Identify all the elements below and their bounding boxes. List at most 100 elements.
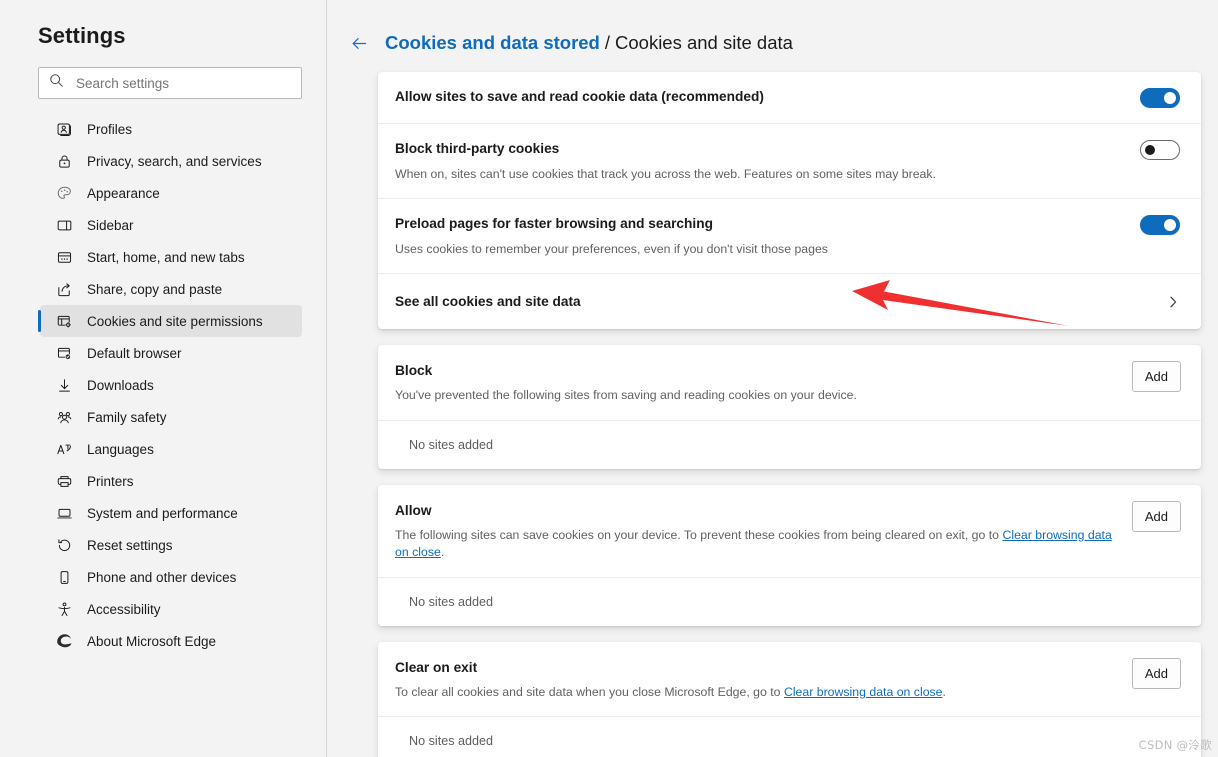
sidebar-item-start-home-new-tabs[interactable]: Start, home, and new tabs <box>40 241 302 273</box>
add-button-allow[interactable]: Add <box>1131 500 1181 532</box>
search-icon <box>49 73 64 93</box>
sidebar-item-sidebar[interactable]: Sidebar <box>40 209 302 241</box>
share-icon <box>54 279 74 299</box>
sidebar-item-profiles[interactable]: Profiles <box>40 113 302 145</box>
sidebar-item-about-microsoft-edge[interactable]: About Microsoft Edge <box>40 625 302 657</box>
sidebar-nav: Profiles Privacy, search, and services A… <box>0 113 326 657</box>
section-description-suffix: . <box>942 684 946 699</box>
toggle-preload-pages[interactable] <box>1140 215 1180 235</box>
watermark: CSDN @泠歌 <box>1138 738 1212 752</box>
reset-arrow-icon <box>54 535 74 555</box>
breadcrumb: Cookies and data stored / Cookies and si… <box>327 0 1218 58</box>
setting-title: Allow sites to save and read cookie data… <box>395 89 764 104</box>
sidebar-item-accessibility[interactable]: Accessibility <box>40 593 302 625</box>
sidebar-item-label: Downloads <box>87 377 154 393</box>
add-button-block[interactable]: Add <box>1131 361 1181 392</box>
settings-content: Cookies and data stored / Cookies and si… <box>327 0 1218 757</box>
section-title: Clear on exit <box>395 659 478 675</box>
sidebar-item-languages[interactable]: Languages <box>40 433 302 465</box>
laptop-icon <box>54 503 74 523</box>
breadcrumb-separator: / <box>604 32 610 53</box>
setting-description: Uses cookies to remember your preference… <box>395 242 828 256</box>
sidebar-item-privacy-search-services[interactable]: Privacy, search, and services <box>40 145 302 177</box>
back-arrow-icon[interactable] <box>345 29 373 57</box>
download-arrow-icon <box>54 375 74 395</box>
sidebar-item-default-browser[interactable]: Default browser <box>40 337 302 369</box>
block-section-header: Block You've prevented the following sit… <box>378 345 1201 420</box>
see-all-label: See all cookies and site data <box>395 294 581 309</box>
section-description-suffix: . <box>440 545 445 559</box>
toggle-allow-sites-save-read[interactable] <box>1140 88 1180 108</box>
sidebar-item-share-copy-paste[interactable]: Share, copy and paste <box>40 273 302 305</box>
palette-icon <box>54 183 74 203</box>
sidebar-item-label: System and performance <box>87 505 238 521</box>
edge-logo-icon <box>54 631 74 651</box>
sidebar-item-label: Default browser <box>87 345 182 361</box>
chevron-right-icon <box>1166 295 1180 309</box>
sidebar-item-cookies-and-site-permissions[interactable]: Cookies and site permissions <box>38 305 302 337</box>
sidebar-item-reset-settings[interactable]: Reset settings <box>40 529 302 561</box>
cookie-settings-card: Allow sites to save and read cookie data… <box>378 72 1201 329</box>
sidebar-item-downloads[interactable]: Downloads <box>40 369 302 401</box>
sidebar-item-label: Start, home, and new tabs <box>87 249 245 265</box>
sidebar-item-label: Profiles <box>87 121 133 137</box>
sidebar-item-system-and-performance[interactable]: System and performance <box>40 497 302 529</box>
block-section-card: Block You've prevented the following sit… <box>378 345 1201 469</box>
section-description-text: To clear all cookies and site data when … <box>395 684 784 699</box>
sidebar-item-label: Share, copy and paste <box>87 281 223 297</box>
allow-section-header: Allow The following sites can save cooki… <box>378 485 1201 577</box>
lock-icon <box>54 151 74 171</box>
sidebar-item-label: Phone and other devices <box>87 569 237 585</box>
page-title: Settings <box>38 23 126 48</box>
section-description: The following sites can save cookies on … <box>395 527 1114 562</box>
search-input[interactable] <box>76 69 291 97</box>
breadcrumb-current: Cookies and site data <box>615 32 793 53</box>
language-letters-icon <box>54 439 74 459</box>
sidebar-item-label: Accessibility <box>87 601 161 617</box>
toggle-block-third-party-cookies[interactable] <box>1140 140 1180 160</box>
setting-title: Block third-party cookies <box>395 141 560 156</box>
allow-empty-state: No sites added <box>378 576 1201 626</box>
add-button-clear-on-exit[interactable]: Add <box>1131 657 1181 689</box>
browser-window-icon <box>54 247 74 267</box>
sidebar-item-label: Cookies and site permissions <box>87 313 263 329</box>
settings-cards: Allow sites to save and read cookie data… <box>327 58 1218 757</box>
sidebar-item-label: Languages <box>87 441 154 457</box>
sidebar-item-appearance[interactable]: Appearance <box>40 177 302 209</box>
sidebar-item-printers[interactable]: Printers <box>40 465 302 497</box>
cookie-permissions-icon <box>54 311 74 331</box>
see-all-cookies-and-site-data-row[interactable]: See all cookies and site data <box>378 273 1201 329</box>
sidebar-item-label: Sidebar <box>87 217 134 233</box>
sidebar-item-label: Printers <box>87 473 134 489</box>
setting-row-block-third-party-cookies: Block third-party cookies When on, sites… <box>378 123 1201 198</box>
search-settings-box[interactable] <box>38 67 302 99</box>
sidebar-item-phone-and-other-devices[interactable]: Phone and other devices <box>40 561 302 593</box>
section-title: Allow <box>395 502 432 518</box>
profile-card-icon <box>54 119 74 139</box>
clear-on-exit-empty-state: No sites added <box>378 716 1201 757</box>
people-group-icon <box>54 407 74 427</box>
setting-description: When on, sites can't use cookies that tr… <box>395 167 936 181</box>
section-description-text: The following sites can save cookies on … <box>395 527 1003 542</box>
settings-page: Settings Profi <box>0 0 1218 757</box>
breadcrumb-parent-link[interactable]: Cookies and data stored <box>385 31 600 55</box>
sidebar-item-label: Family safety <box>87 409 167 425</box>
sidebar-panel-icon <box>54 215 74 235</box>
section-description-text: You've prevented the following sites fro… <box>395 388 857 402</box>
clear-browsing-data-on-close-link[interactable]: Clear browsing data on close <box>784 685 943 699</box>
sidebar-item-family-safety[interactable]: Family safety <box>40 401 302 433</box>
sidebar-item-label: Reset settings <box>87 537 173 553</box>
clear-on-exit-section-card: Clear on exit To clear all cookies and s… <box>378 641 1201 757</box>
sidebar-item-label: About Microsoft Edge <box>87 633 217 649</box>
settings-sidebar: Settings Profi <box>0 0 327 757</box>
sidebar-item-label: Appearance <box>87 185 160 201</box>
allow-section-card: Allow The following sites can save cooki… <box>378 484 1201 626</box>
sidebar-item-label: Privacy, search, and services <box>87 153 262 169</box>
section-description: To clear all cookies and site data when … <box>395 684 1114 702</box>
printer-icon <box>54 471 74 491</box>
default-browser-check-icon <box>54 343 74 363</box>
accessibility-person-icon <box>54 599 74 619</box>
phone-icon <box>54 567 74 587</box>
setting-row-preload-pages: Preload pages for faster browsing and se… <box>378 198 1201 273</box>
setting-row-allow-sites-save-read: Allow sites to save and read cookie data… <box>378 72 1201 123</box>
